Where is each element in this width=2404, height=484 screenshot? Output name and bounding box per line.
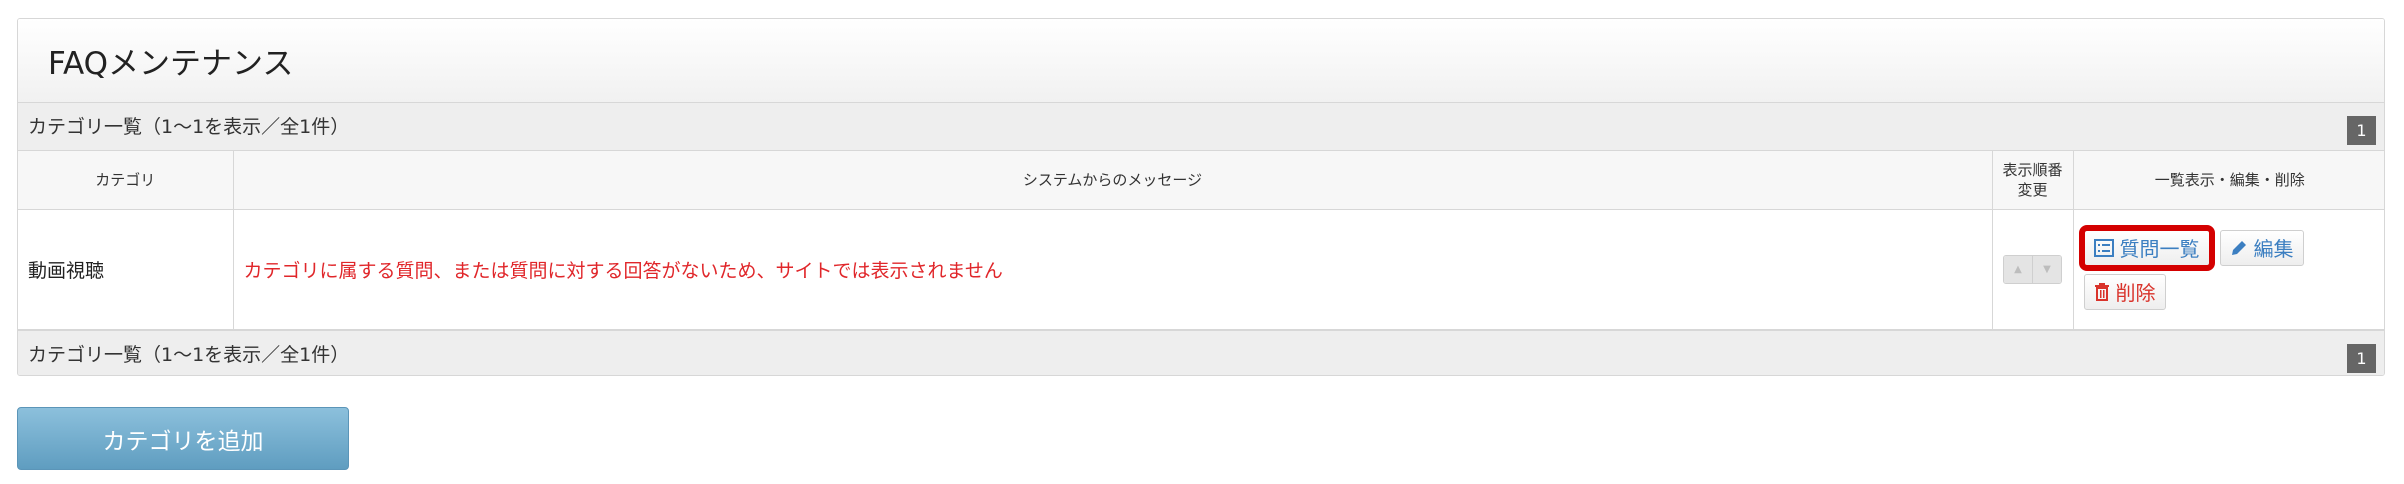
move-up-button[interactable]: ▲ [2004, 256, 2032, 283]
order-buttons: ▲ ▼ [2003, 255, 2062, 284]
pager-summary-bottom: カテゴリ一覧（1〜1を表示／全1件） [28, 344, 350, 366]
list-icon [2093, 238, 2114, 257]
column-header-category: カテゴリ [18, 151, 234, 210]
pager-summary-top: カテゴリ一覧（1〜1を表示／全1件） [28, 116, 350, 138]
pager-top: カテゴリ一覧（1〜1を表示／全1件） 1 [18, 103, 2384, 151]
question-list-label: 質問一覧 [2119, 237, 2200, 261]
page-title: FAQメンテナンス [18, 19, 2384, 103]
edit-button[interactable]: 編集 [2219, 229, 2304, 266]
trash-icon [2094, 282, 2109, 301]
edit-label: 編集 [2253, 237, 2294, 261]
page-number-top[interactable]: 1 [2347, 116, 2376, 145]
delete-button[interactable]: 削除 [2083, 273, 2166, 310]
move-down-button[interactable]: ▼ [2032, 256, 2061, 283]
column-header-order-line2: 変更 [2017, 181, 2048, 199]
add-category-button[interactable]: カテゴリを追加 [17, 407, 349, 470]
system-message: カテゴリに属する質問、または質問に対する回答がないため、サイトでは表示されません [233, 209, 1993, 330]
column-header-order-line1: 表示順番 [2002, 161, 2063, 179]
table-row: 動画視聴 カテゴリに属する質問、または質問に対する回答がないため、サイトでは表示… [18, 209, 2384, 330]
table-header-row: カテゴリ システムからのメッセージ 表示順番 変更 一覧表示・編集・削除 [18, 151, 2384, 210]
category-name: 動画視聴 [18, 209, 234, 330]
column-header-message: システムからのメッセージ [233, 151, 1993, 210]
column-header-order: 表示順番 変更 [1992, 151, 2074, 210]
question-list-button[interactable]: 質問一覧 [2078, 224, 2215, 271]
delete-label: 削除 [2115, 281, 2156, 305]
column-header-actions: 一覧表示・編集・削除 [2073, 151, 2384, 210]
pencil-icon [2231, 240, 2246, 255]
category-table: カテゴリ システムからのメッセージ 表示順番 変更 一覧表示・編集・削除 動画視… [18, 151, 2384, 330]
page-number-bottom[interactable]: 1 [2347, 344, 2376, 373]
actions-cell: 質問一覧 編集 削除 [2073, 209, 2384, 330]
pager-bottom: カテゴリ一覧（1〜1を表示／全1件） 1 [18, 330, 2384, 375]
order-cell: ▲ ▼ [1992, 209, 2074, 330]
faq-maintenance-panel: FAQメンテナンス カテゴリ一覧（1〜1を表示／全1件） 1 カテゴリ システム… [17, 18, 2385, 376]
